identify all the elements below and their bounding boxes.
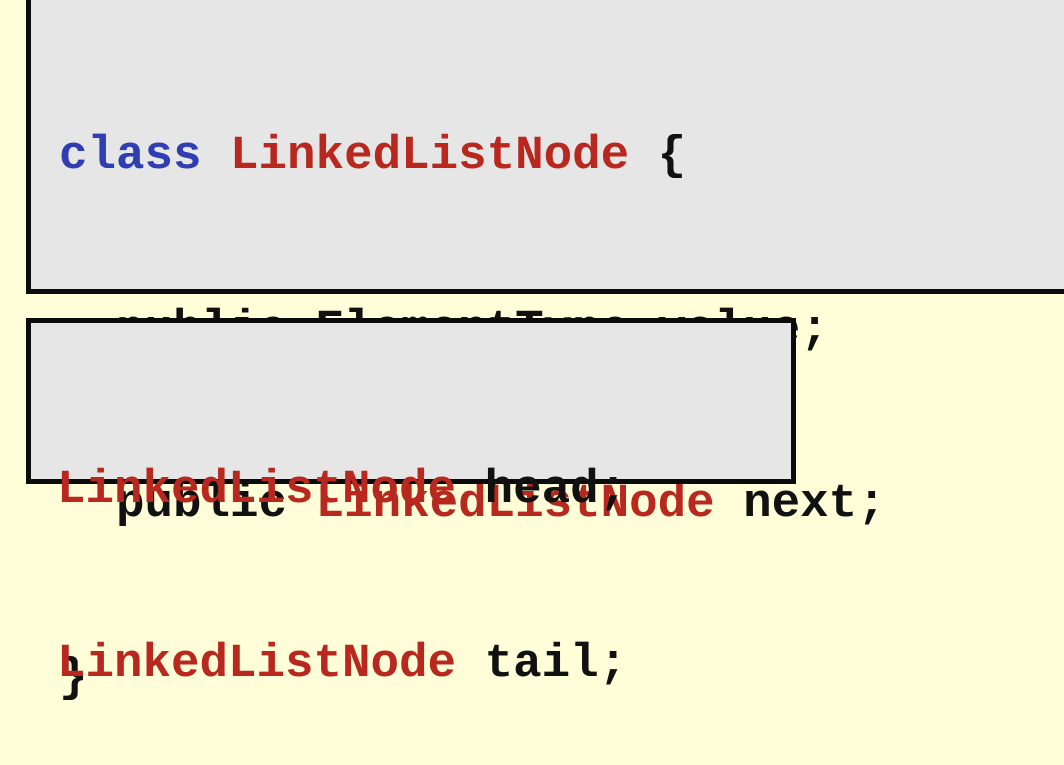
class-definition-code-box: class LinkedListNode { public ElementTyp… (26, 0, 1064, 705)
tail-variable-name: tail (484, 637, 599, 691)
class-name: LinkedListNode (230, 129, 630, 183)
semicolon: ; (598, 463, 628, 517)
tail-declaration-line: LinkedListNode tail; (57, 635, 791, 693)
semicolon: ; (800, 303, 829, 357)
linked-list-node-type: LinkedListNode (57, 637, 457, 691)
class-keyword: class (59, 129, 202, 183)
head-declaration-line: LinkedListNode head; (57, 461, 791, 519)
head-variable-name: head (484, 463, 599, 517)
semicolon: ; (857, 477, 886, 531)
class-header-line: class LinkedListNode { (59, 127, 1064, 185)
linked-list-node-type: LinkedListNode (57, 463, 457, 517)
variable-declarations-code-box: LinkedListNode head; LinkedListNode tail… (26, 318, 796, 691)
semicolon: ; (598, 637, 628, 691)
open-brace: { (657, 129, 687, 183)
